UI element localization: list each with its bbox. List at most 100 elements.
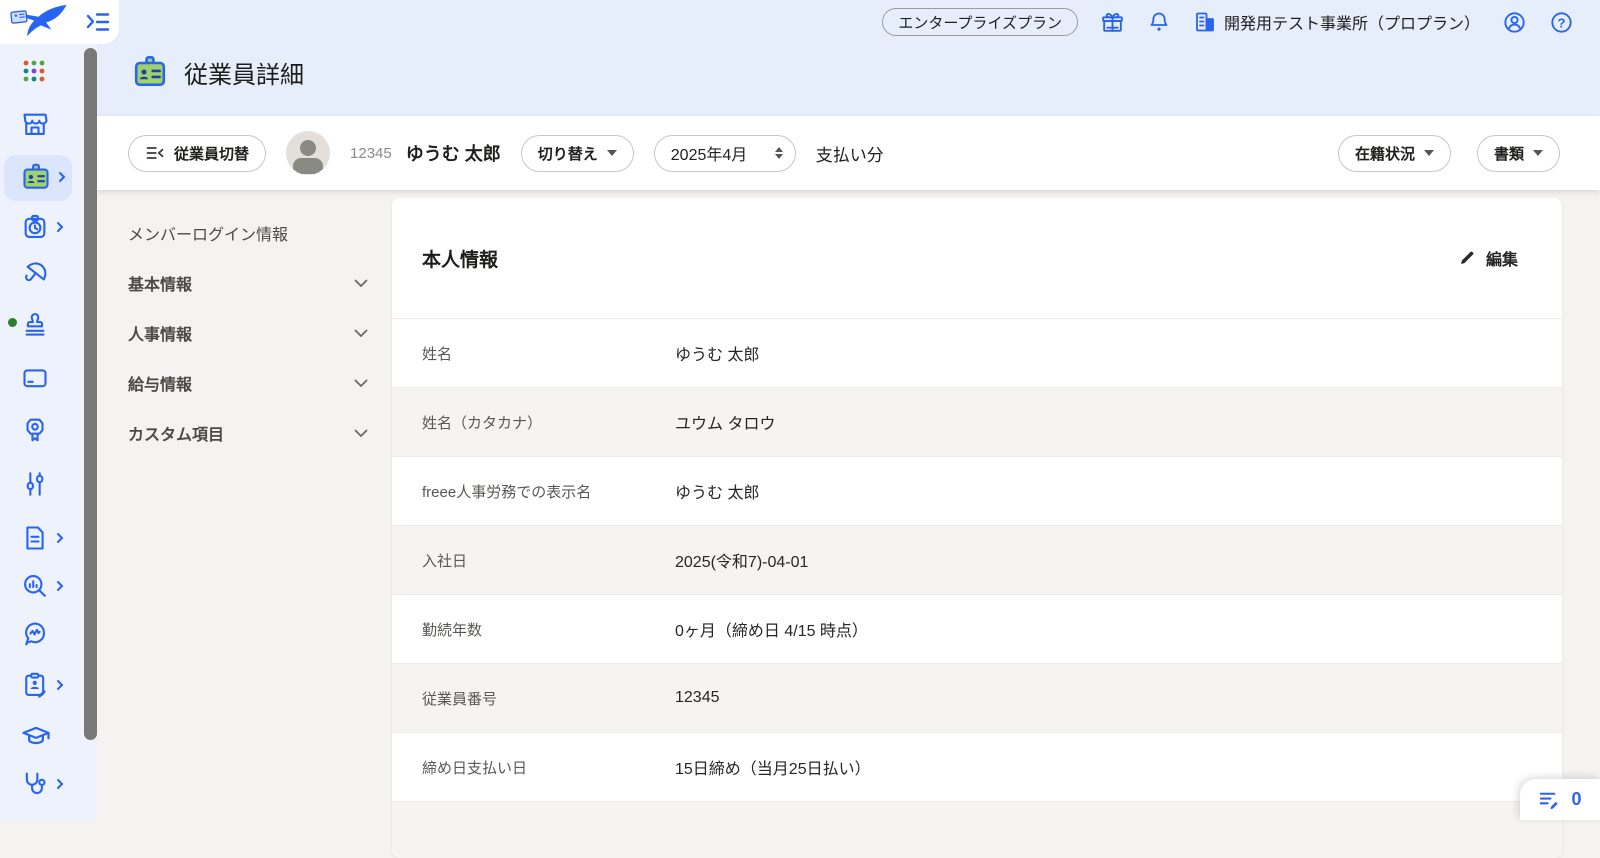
task-list-widget[interactable]: 0 (1520, 779, 1600, 820)
switch-dropdown-button[interactable]: 切り替え (520, 134, 634, 172)
company-name: 開発用テスト事業所（プロプラン） (1223, 16, 1480, 33)
freee-logo[interactable] (8, 3, 70, 41)
card-title: 本人情報 (422, 249, 499, 271)
approval-notification-dot (8, 318, 17, 327)
task-list-icon (1538, 788, 1561, 811)
info-row: 姓名 ゆうむ 太郎 (392, 318, 1562, 387)
sidebar-item-health[interactable] (0, 770, 80, 798)
sidebar-scrollbar[interactable] (84, 48, 97, 740)
nav-item-label: 基本情報 (128, 277, 193, 294)
row-value: ゆうむ 太郎 (675, 347, 760, 364)
row-label: 従業員番号 (422, 690, 498, 708)
edit-label: 編集 (1485, 252, 1518, 269)
payroll-card-icon (21, 364, 49, 392)
chevron-right-icon (55, 220, 65, 234)
office-building-icon (1193, 10, 1217, 34)
card-header: 本人情報 編集 (392, 198, 1562, 318)
row-value: ユウム タロウ (675, 416, 776, 433)
pencil-icon (1460, 251, 1474, 264)
period-suffix: 支払い分 (815, 145, 884, 165)
enrollment-status-label: 在籍状況 (1354, 145, 1415, 163)
sidebar-item-employees[interactable] (0, 162, 80, 192)
caret-down-icon (1533, 150, 1543, 156)
survey-clipboard-icon (21, 671, 49, 699)
nav-item-hr-info[interactable]: 人事情報 (128, 308, 368, 358)
nav-item-label: メンバーログイン情報 (128, 227, 289, 244)
nav-item-custom-fields[interactable]: カスタム項目 (128, 408, 368, 458)
info-row: 勤続年数 0ヶ月（締め日 4/15 時点） (392, 594, 1562, 663)
bell-icon[interactable] (1147, 10, 1171, 35)
row-label: 締め日支払い日 (422, 759, 528, 777)
toolbar-right: 在籍状況 書類 (1337, 116, 1560, 190)
row-label: 勤続年数 (422, 621, 483, 639)
sidebar-item-reports[interactable] (0, 572, 80, 600)
detail-nav: メンバーログイン情報 基本情報 人事情報 給与情報 カスタム項目 (128, 208, 368, 458)
sidebar-item-settings-sliders[interactable] (0, 470, 80, 498)
enrollment-status-button[interactable]: 在籍状況 (1337, 134, 1451, 172)
switch-dropdown-label: 切り替え (537, 145, 598, 163)
info-row: 姓名（カタカナ） ユウム タロウ (392, 387, 1562, 456)
stepper-arrows-icon (774, 147, 783, 159)
graduation-cap-icon (21, 721, 51, 751)
switch-employee-label: 従業員切替 (174, 145, 250, 163)
documents-button[interactable]: 書類 (1476, 134, 1560, 172)
account-icon[interactable] (1502, 10, 1527, 35)
sidebar-item-survey[interactable] (0, 671, 80, 699)
row-label: 入社日 (422, 552, 468, 570)
nav-item-label: カスタム項目 (128, 427, 225, 444)
row-value: ゆうむ 太郎 (675, 485, 760, 502)
sidebar-item-payroll[interactable] (0, 364, 80, 392)
sidebar-item-apps[interactable] (0, 58, 80, 84)
sidebar-item-benefits[interactable] (0, 416, 80, 444)
umbrella-icon (21, 260, 49, 288)
sidebar-collapse-icon[interactable] (84, 9, 112, 35)
row-value: 15日締め（当月25日払い） (675, 761, 871, 778)
chevron-down-icon (354, 279, 368, 287)
time-clock-icon (21, 213, 49, 241)
period-select[interactable]: 2025年4月 (653, 134, 796, 172)
store-icon (21, 110, 49, 138)
sidebar-item-training[interactable] (0, 721, 80, 751)
sidebar-item-store[interactable] (0, 110, 80, 138)
company-menu[interactable]: 開発用テスト事業所（プロプラン） (1193, 10, 1480, 34)
employee-avatar (286, 131, 331, 175)
app-sidebar (0, 0, 97, 820)
task-count: 0 (1571, 789, 1582, 809)
info-row: freee人事労務での表示名 ゆうむ 太郎 (392, 456, 1562, 525)
info-row: 入社日 2025(令和7)-04-01 (392, 525, 1562, 594)
help-icon[interactable]: ? (1549, 10, 1574, 35)
info-row: 締め日支払い日 15日締め（当月25日払い） (392, 732, 1562, 801)
documents-label: 書類 (1493, 145, 1524, 163)
toolbar-left: 従業員切替 12345 ゆうむ 太郎 切り替え 2025年4月 支払い分 (128, 116, 884, 190)
chevron-down-icon (354, 379, 368, 387)
switch-employee-button[interactable]: 従業員切替 (128, 134, 267, 172)
personal-info-card: 本人情報 編集 姓名 ゆうむ 太郎 姓名（カタカナ） ユウム タロウ freee… (392, 198, 1562, 858)
nav-item-member-login[interactable]: メンバーログイン情報 (128, 208, 368, 258)
sidebar-item-leave[interactable] (0, 260, 80, 288)
caret-down-icon (1423, 150, 1434, 156)
edit-button[interactable]: 編集 (1458, 246, 1518, 270)
chevron-right-icon (55, 579, 65, 593)
nav-item-salary-info[interactable]: 給与情報 (128, 358, 368, 408)
page-title-row: 従業員詳細 (132, 54, 304, 90)
period-select-value: 2025年4月 (670, 147, 748, 164)
sidebar-item-attendance[interactable] (0, 213, 80, 241)
row-value: 12345 (675, 689, 720, 706)
nav-item-basic-info[interactable]: 基本情報 (128, 258, 368, 308)
nav-item-label: 人事情報 (128, 327, 193, 344)
app-header: エンタープライズプラン 開発用テスト事業所（プロプラン） ? 従業員詳細 (97, 0, 1600, 116)
sidebar-item-insight[interactable] (0, 620, 80, 648)
info-row: 従業員番号 12345 (392, 663, 1562, 732)
apps-grid-icon (21, 58, 47, 84)
row-value: 2025(令和7)-04-01 (675, 554, 809, 571)
employee-badge-icon (132, 54, 168, 90)
topbar: エンタープライズプラン 開発用テスト事業所（プロプラン） ? (97, 0, 1600, 44)
gift-icon[interactable] (1100, 10, 1125, 35)
list-switch-icon (145, 143, 165, 163)
row-label: 姓名 (422, 345, 453, 363)
employee-badge-icon (21, 162, 51, 192)
row-value: 0ヶ月（締め日 4/15 時点） (675, 623, 868, 640)
sidebar-item-documents[interactable] (0, 524, 80, 552)
chevron-right-icon (55, 777, 65, 791)
plan-badge: エンタープライズプラン (882, 8, 1078, 36)
